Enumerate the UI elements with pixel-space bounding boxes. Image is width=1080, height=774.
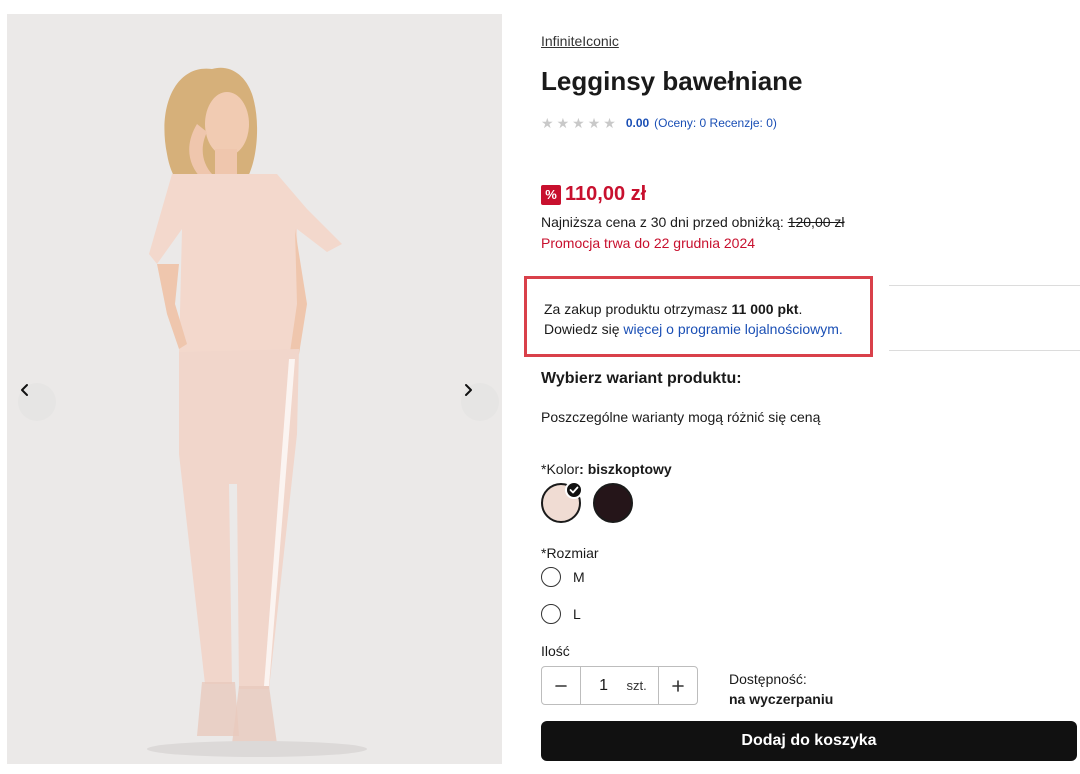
rating-row: ★ ★ ★ ★ ★ 0.00 (Oceny: 0 Recenzje: 0): [541, 116, 777, 130]
product-gallery: [7, 14, 502, 764]
chevron-left-icon: [21, 384, 28, 396]
divider: [889, 285, 1080, 286]
color-value: biszkoptowy: [587, 461, 672, 477]
star-icon: ★: [541, 115, 554, 131]
price-row: % 110,00 zł: [541, 183, 646, 206]
rating-stars: ★ ★ ★ ★ ★: [541, 116, 616, 130]
quantity-label: Ilość: [541, 643, 570, 659]
gallery-prev-button[interactable]: [18, 383, 56, 421]
lowest-price-info: Najniższa cena z 30 dni przed obniżką: 1…: [541, 214, 845, 230]
size-radio[interactable]: [541, 604, 561, 624]
loyalty-line-1: Za zakup produktu otrzymasz 11 000 pkt.: [544, 299, 870, 319]
color-swatch-biszkoptowy[interactable]: [541, 481, 583, 523]
size-label: *Rozmiar: [541, 545, 599, 561]
loyalty-text-2: Dowiedz się: [544, 321, 624, 337]
size-option-m[interactable]: M: [541, 567, 585, 587]
color-swatches: [541, 481, 633, 523]
variant-note: Poszczególne warianty mogą różnić się ce…: [541, 409, 821, 425]
loyalty-box: Za zakup produktu otrzymasz 11 000 pkt. …: [524, 276, 873, 357]
variant-heading: Wybierz wariant produktu:: [541, 370, 742, 387]
color-label: *Kolor: biszkoptowy: [541, 461, 672, 477]
size-radio[interactable]: [541, 567, 561, 587]
color-label-text: *Kolor: [541, 461, 580, 477]
rating-meta[interactable]: (Oceny: 0 Recenzje: 0): [654, 116, 777, 130]
quantity-input[interactable]: 1: [581, 677, 627, 695]
color-swatch-dark[interactable]: [593, 483, 633, 523]
minus-icon: [555, 684, 567, 687]
loyalty-text: Za zakup produktu otrzymasz: [544, 301, 732, 317]
product-image: [147, 67, 367, 757]
gallery-next-button[interactable]: [461, 383, 499, 421]
star-icon: ★: [572, 115, 585, 131]
quantity-stepper: 1 szt.: [541, 666, 698, 705]
loyalty-points: 11 000 pkt: [731, 301, 799, 317]
quantity-decrease-button[interactable]: [542, 667, 581, 704]
availability-label: Dostępność:: [729, 671, 807, 687]
divider: [889, 350, 1080, 351]
chevron-right-icon: [465, 384, 472, 396]
brand-link[interactable]: InfiniteIconic: [541, 33, 619, 49]
loyalty-text-end: .: [798, 301, 803, 317]
quantity-increase-button[interactable]: [658, 667, 697, 704]
loyalty-line-2: Dowiedz się więcej o programie lojalnośc…: [544, 319, 870, 339]
rating-score[interactable]: 0.00: [626, 116, 649, 130]
product-info: InfiniteIconic Legginsy bawełniane ★ ★ ★…: [524, 0, 1080, 774]
add-to-cart-button[interactable]: Dodaj do koszyka: [541, 721, 1077, 761]
discount-badge: %: [541, 184, 561, 205]
size-option-label: M: [573, 569, 585, 585]
lowest-price-value: 120,00 zł: [787, 214, 845, 230]
loyalty-program-link[interactable]: więcej o programie lojalnościowym.: [623, 321, 842, 337]
promo-text: Promocja trwa do 22 grudnia 2024: [541, 235, 756, 251]
star-icon: ★: [556, 115, 570, 131]
availability-value: na wyczerpaniu: [729, 691, 834, 707]
availability: Dostępność: na wyczerpaniu: [729, 669, 833, 709]
star-icon: ★: [587, 115, 601, 131]
star-icon: ★: [603, 115, 616, 131]
plus-icon: [672, 679, 684, 692]
lowest-price-label: Najniższa cena z 30 dni przed obniżką:: [541, 214, 784, 230]
size-option-label: L: [573, 606, 581, 622]
quantity-unit: szt.: [626, 678, 647, 693]
product-title: Legginsy bawełniane: [541, 66, 803, 96]
size-option-l[interactable]: L: [541, 604, 581, 624]
current-price: 110,00 zł: [565, 183, 647, 205]
check-icon: [565, 481, 583, 499]
